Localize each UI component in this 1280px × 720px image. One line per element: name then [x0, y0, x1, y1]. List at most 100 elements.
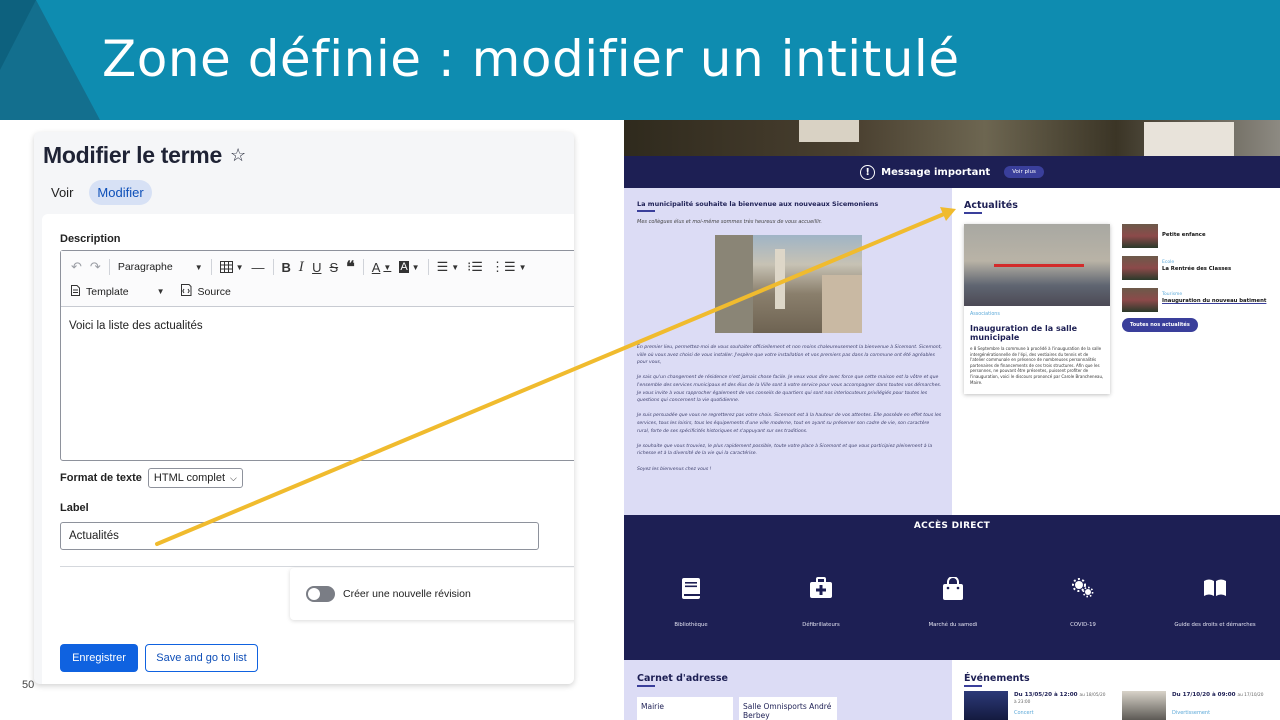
welcome-intro: Mes collègues élus et moi-même sommes tr…: [637, 219, 822, 225]
italic-icon[interactable]: I: [295, 257, 308, 277]
featured-news-category: Associations: [970, 312, 1000, 317]
event-date-start: Du 17/10/20 à 09:00: [1172, 692, 1236, 698]
horizontal-line-icon[interactable]: —: [248, 257, 269, 277]
slide-header: Zone définie : modifier un intitulé: [0, 0, 1280, 120]
featured-news-text: e 8 Septembre la commune à procédé à l'i…: [970, 346, 1104, 385]
address-book-section: Carnet d'adresse Mairie Salle Omnisports…: [624, 660, 952, 720]
save-and-go-to-list-button[interactable]: Save and go to list: [145, 644, 258, 672]
slide-number: 50: [22, 679, 35, 691]
news-list-item[interactable]: Ecole La Rentrée des Classes: [1122, 256, 1272, 288]
toolbar-row-1: ↶ ↷ Paragraphe ▼ ▼ — B I U S ❝ A ▼ A ▼ ☰…: [67, 257, 531, 277]
featured-news-card[interactable]: Associations Inauguration de la salle mu…: [964, 224, 1110, 394]
direct-access-section: ACCÈS DIRECT Bibliothèque Défibrillateur…: [624, 515, 1280, 660]
event-item[interactable]: Du 17/10/20 à 09:00 au 17/10/20 Divertis…: [1122, 691, 1272, 720]
label-input[interactable]: Actualités: [60, 522, 539, 550]
strikethrough-icon[interactable]: S: [325, 257, 342, 277]
editor-content[interactable]: Voici la liste des actualités: [61, 307, 574, 345]
direct-access-label: Guide des droits et démarches: [1174, 622, 1256, 628]
revision-label: Créer une nouvelle révision: [343, 588, 471, 600]
bold-icon[interactable]: B: [278, 257, 295, 277]
direct-access-item-defibrillators[interactable]: Défibrillateurs: [766, 577, 876, 629]
form-card: Description ↶ ↷ Paragraphe ▼ ▼ — B I U S…: [42, 214, 574, 684]
event-date: Du 13/05/20 à 12:00 au 18/05/20: [1014, 692, 1105, 698]
featured-news-title[interactable]: Inauguration de la salle municipale: [970, 324, 1100, 342]
website-preview: ! Message important Voir plus La municip…: [624, 120, 1280, 720]
chevron-down-icon: ⌵: [230, 472, 237, 483]
welcome-paragraph: Je souhaite que vous trouviez, le plus r…: [637, 443, 933, 457]
direct-access-title: ACCÈS DIRECT: [913, 521, 991, 531]
chevron-down-icon: ▼: [194, 262, 203, 272]
news-thumbnail: [1122, 224, 1158, 248]
source-label: Source: [197, 285, 231, 298]
paragraph-format-label: Paragraphe: [117, 261, 173, 273]
news-item-title: Petite enfance: [1162, 232, 1206, 238]
news-list-item[interactable]: Tourisme Inauguration du nouveau batimen…: [1122, 288, 1272, 320]
star-icon[interactable]: ☆: [230, 145, 246, 166]
font-background-icon[interactable]: A ▼: [395, 257, 423, 277]
hero-image: [624, 120, 1280, 156]
book-icon: [636, 577, 746, 605]
tab-voir[interactable]: Voir: [43, 180, 81, 205]
text-format-value: HTML complet: [153, 472, 226, 484]
address-card[interactable]: Mairie: [637, 697, 733, 720]
chevron-down-icon: ▼: [518, 262, 527, 272]
title-underline: [964, 685, 982, 687]
tab-modifier[interactable]: Modifier: [89, 180, 152, 205]
description-editor: ↶ ↷ Paragraphe ▼ ▼ — B I U S ❝ A ▼ A ▼ ☰…: [60, 250, 574, 461]
events-title: Événements: [964, 673, 1030, 684]
chevron-down-icon: ▼: [383, 262, 392, 272]
bulleted-list-icon[interactable]: ⁝☰: [463, 257, 487, 277]
direct-access-item-rights-guide[interactable]: Guide des droits et démarches: [1160, 577, 1270, 629]
numbered-list-icon[interactable]: ⋮☰ ▼: [487, 257, 531, 277]
event-category: Divertissement: [1172, 710, 1211, 716]
direct-access-item-library[interactable]: Bibliothèque: [636, 577, 746, 629]
hero-house-left: [799, 120, 859, 142]
toolbar-separator: [272, 259, 274, 275]
direct-access-label: Défibrillateurs: [802, 622, 840, 628]
chevron-down-icon: ▼: [411, 262, 420, 272]
undo-icon[interactable]: ↶: [67, 257, 86, 277]
toolbar-separator: [362, 259, 364, 275]
title-underline: [637, 685, 655, 687]
event-date-end: au 18/05/20: [1079, 693, 1106, 698]
text-format-select[interactable]: HTML complet ⌵: [147, 468, 243, 488]
news-section: Actualités Associations Inauguration de …: [952, 188, 1280, 515]
event-item[interactable]: Du 13/05/20 à 12:00 au 18/05/20 à 23:00 …: [964, 691, 1114, 720]
page-title: Modifier le terme ☆: [43, 142, 246, 169]
event-time: à 23:00: [1014, 700, 1031, 705]
direct-access-item-covid[interactable]: COVID-19: [1028, 577, 1138, 629]
align-icon[interactable]: ☰ ▼: [433, 257, 464, 277]
welcome-paragraph: En premier lieu, permettez-moi de vous s…: [637, 345, 942, 366]
template-select[interactable]: Template ▼: [67, 284, 169, 299]
hero-house-right: [1144, 122, 1234, 156]
address-card[interactable]: Salle Omnisports André Berbey: [739, 697, 837, 720]
photo-ribbon: [994, 264, 1084, 267]
template-label: Template: [86, 285, 129, 298]
redo-icon[interactable]: ↷: [86, 257, 105, 277]
all-news-button[interactable]: Toutes nos actualités: [1122, 318, 1198, 332]
description-label: Description: [60, 233, 121, 245]
underline-icon[interactable]: U: [308, 257, 325, 277]
alert-more-button[interactable]: Voir plus: [1004, 166, 1044, 178]
font-color-icon[interactable]: A ▼: [368, 257, 396, 277]
paragraph-format-select[interactable]: Paragraphe ▼: [114, 261, 207, 273]
chevron-down-icon: ▼: [156, 287, 165, 296]
slide-title: Zone définie : modifier un intitulé: [102, 30, 960, 88]
table-icon[interactable]: ▼: [216, 257, 248, 277]
event-category: Concert: [1014, 710, 1034, 716]
revision-toggle[interactable]: [306, 586, 335, 602]
welcome-paragraph: Je sais qu'un changement de résidence n'…: [637, 375, 942, 404]
welcome-photo: [715, 235, 862, 333]
event-date: Du 17/10/20 à 09:00 au 17/10/20: [1172, 692, 1263, 698]
photo-building: [715, 235, 753, 333]
blockquote-icon[interactable]: ❝: [342, 257, 359, 277]
title-underline: [637, 210, 655, 212]
toolbar-row-2: Template ▼ Source: [67, 284, 235, 299]
alert-text: Message important: [881, 166, 991, 178]
news-list-item[interactable]: Petite enfance: [1122, 224, 1272, 256]
save-button[interactable]: Enregistrer: [60, 644, 138, 672]
exclamation-icon: !: [860, 164, 876, 180]
source-button[interactable]: Source: [177, 284, 235, 299]
title-underline: [964, 212, 982, 214]
direct-access-item-market[interactable]: Marché du samedi: [898, 576, 1008, 629]
